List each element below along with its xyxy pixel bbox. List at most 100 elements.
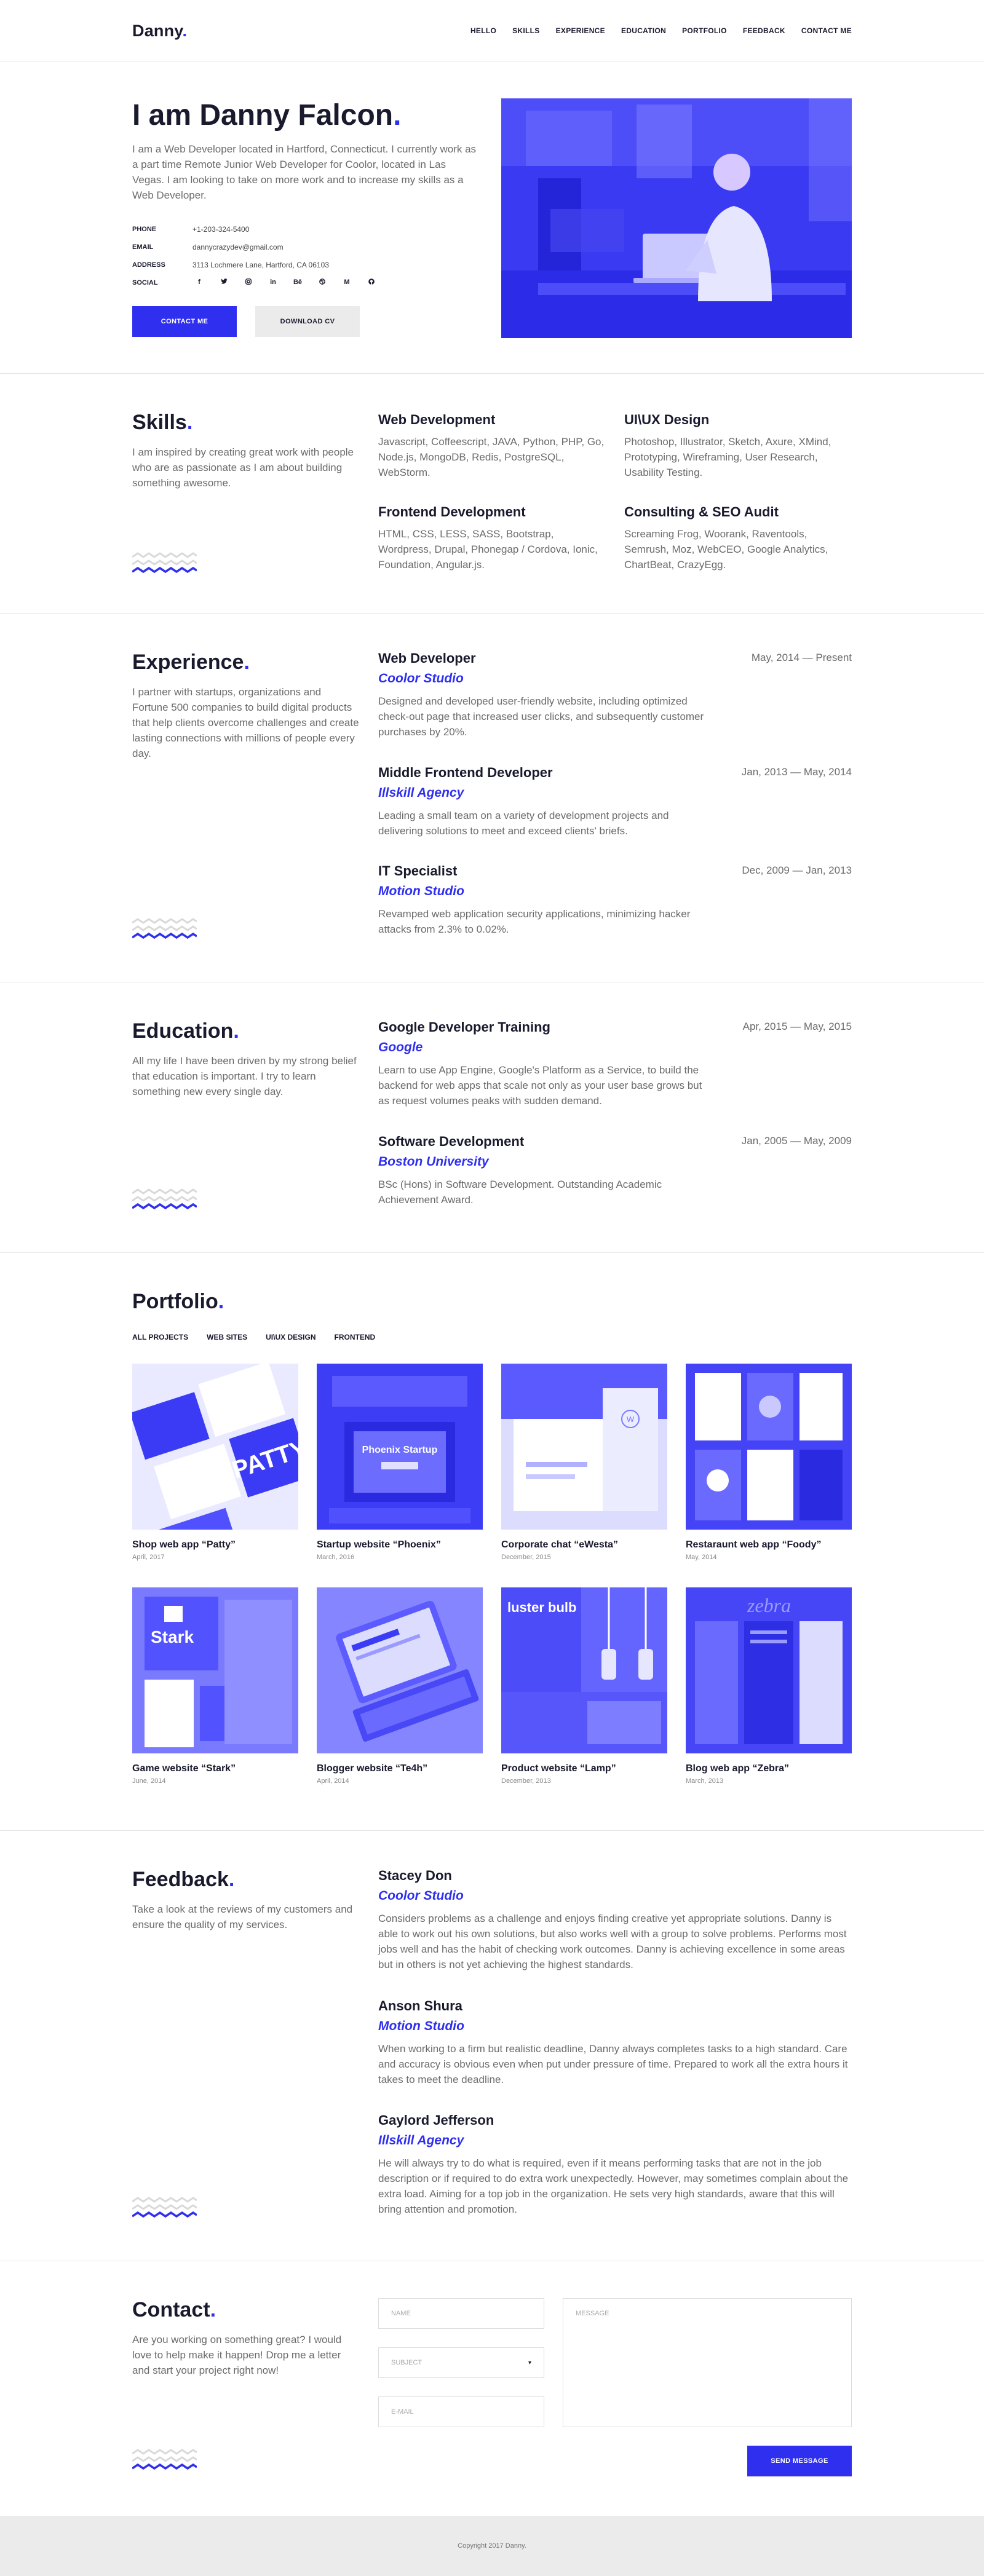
facebook-icon[interactable]: f: [192, 279, 206, 286]
email-input[interactable]: E-MAIL: [378, 2396, 544, 2427]
skill-text: Photoshop, Illustrator, Sketch, Axure, X…: [624, 436, 831, 478]
chevron-down-icon: ▾: [528, 2359, 531, 2366]
nav-feedback[interactable]: FEEDBACK: [743, 26, 785, 35]
medium-icon[interactable]: M: [340, 279, 354, 286]
title-dot: .: [218, 1290, 224, 1313]
info-social-row: SOCIAL f in Bē M: [132, 274, 378, 291]
nav-skills[interactable]: SKILLS: [512, 26, 539, 35]
skill-card: Web Development Javascript, Coffeescript…: [378, 412, 606, 480]
portfolio-card[interactable]: Stark Game website “Stark” June, 2014: [132, 1587, 298, 1785]
behance-icon[interactable]: Bē: [291, 279, 304, 286]
portfolio-card[interactable]: W Corporate chat “eWesta” December, 2015: [501, 1364, 667, 1561]
nav-portfolio[interactable]: PORTFOLIO: [682, 26, 727, 35]
filter-all-projects[interactable]: ALL PROJECTS: [132, 1333, 188, 1341]
course-school: Google: [378, 1040, 423, 1054]
portfolio-card[interactable]: Phoenix Startup Startup website “Phoenix…: [317, 1364, 483, 1561]
job-company: Illskill Agency: [378, 786, 464, 800]
skills-title-text: Skills: [132, 411, 187, 434]
education-item: Software Development Boston University B…: [378, 1134, 852, 1207]
project-title[interactable]: Game website “Stark”: [132, 1763, 298, 1774]
project-date: April, 2014: [317, 1777, 349, 1785]
linkedin-icon[interactable]: in: [266, 279, 280, 286]
twitter-icon[interactable]: [217, 279, 231, 286]
nav-hello[interactable]: HELLO: [470, 26, 496, 35]
skill-text: Screaming Frog, Woorank, Raventools, Sem…: [624, 528, 828, 571]
dribbble-icon[interactable]: [315, 279, 329, 286]
subject-select[interactable]: SUBJECT ▾: [378, 2347, 544, 2378]
project-title[interactable]: Blogger website “Te4h”: [317, 1763, 483, 1774]
title-dot: .: [233, 1019, 239, 1043]
contact-intro: Contact. Are you working on something gr…: [132, 2298, 366, 2378]
filter-frontend[interactable]: FRONTEND: [335, 1333, 376, 1341]
contact-me-button[interactable]: CONTACT ME: [132, 306, 237, 337]
project-thumbnail[interactable]: PATTY: [132, 1364, 298, 1530]
project-thumbnail[interactable]: [686, 1364, 852, 1530]
social-links: f in Bē M: [192, 279, 378, 286]
review-text: He will always try to do what is require…: [378, 2157, 849, 2215]
project-thumbnail[interactable]: Stark: [132, 1587, 298, 1753]
project-thumbnail[interactable]: W: [501, 1364, 667, 1530]
project-thumbnail[interactable]: [317, 1587, 483, 1753]
filter-uiux-design[interactable]: UI\UX DESIGN: [266, 1333, 315, 1341]
download-cv-button[interactable]: DOWNLOAD CV: [255, 306, 360, 337]
project-title[interactable]: Blog web app “Zebra”: [686, 1763, 852, 1774]
nav-experience[interactable]: EXPERIENCE: [556, 26, 605, 35]
skill-text: HTML, CSS, LESS, SASS, Bootstrap, Wordpr…: [378, 528, 598, 571]
contact-info: PHONE +1-203-324-5400 EMAIL dannycrazyde…: [132, 220, 378, 291]
logo-text: Danny: [132, 21, 183, 40]
project-title[interactable]: Restaraunt web app “Foody”: [686, 1539, 852, 1551]
project-thumbnail[interactable]: luster bulb: [501, 1587, 667, 1753]
project-date: May, 2014: [686, 1554, 717, 1561]
copyright-text: Copyright 2017 Danny.: [458, 2542, 526, 2550]
education-desc: All my life I have been driven by my str…: [132, 1055, 357, 1097]
review-item: Stacey Don Coolor Studio Considers probl…: [378, 1868, 852, 1972]
project-title[interactable]: Corporate chat “eWesta”: [501, 1539, 667, 1551]
portfolio-card[interactable]: Restaraunt web app “Foody” May, 2014: [686, 1364, 852, 1561]
portfolio-card[interactable]: zebra Blog web app “Zebra” March, 2013: [686, 1587, 852, 1785]
contact-title: Contact.: [132, 2298, 366, 2322]
zigzag-decoration: [132, 2449, 197, 2470]
filter-web-sites[interactable]: WEB SITES: [207, 1333, 247, 1341]
address-label: ADDRESS: [132, 261, 165, 269]
portfolio-card[interactable]: luster bulb Product website “Lamp” Decem…: [501, 1587, 667, 1785]
portfolio-card[interactable]: PATTY Shop web app “Patty” April, 2017: [132, 1364, 298, 1561]
job-company: Motion Studio: [378, 884, 464, 898]
send-message-button[interactable]: SEND MESSAGE: [747, 2446, 852, 2476]
education-title-text: Education: [132, 1019, 234, 1043]
instagram-icon[interactable]: [242, 279, 255, 286]
feedback-section: Feedback. Take a look at the reviews of …: [0, 1831, 984, 2261]
subject-placeholder: SUBJECT: [391, 2359, 423, 2366]
hero-section: I am Danny Falcon. I am a Web Developer …: [0, 61, 984, 374]
project-title[interactable]: Product website “Lamp”: [501, 1763, 667, 1774]
experience-item: Web Developer Coolor Studio Designed and…: [378, 650, 852, 740]
review-item: Anson Shura Motion Studio When working t…: [378, 1998, 852, 2087]
email-link[interactable]: dannycrazydev@gmail.com: [192, 243, 284, 251]
github-icon[interactable]: [365, 279, 378, 286]
portfolio-card[interactable]: Blogger website “Te4h” April, 2014: [317, 1587, 483, 1785]
project-title[interactable]: Shop web app “Patty”: [132, 1539, 298, 1551]
course-description: BSc (Hons) in Software Development. Outs…: [378, 1179, 662, 1206]
education-section: Education. All my life I have been drive…: [0, 982, 984, 1253]
logo-dot: .: [182, 21, 188, 40]
project-date: March, 2013: [686, 1777, 724, 1785]
project-date: December, 2013: [501, 1777, 551, 1785]
contact-section: Contact. Are you working on something gr…: [0, 2261, 984, 2513]
project-thumbnail[interactable]: Phoenix Startup: [317, 1364, 483, 1530]
hero-photo: [501, 98, 852, 338]
phone-label: PHONE: [132, 225, 157, 233]
review-text: Considers problems as a challenge and en…: [378, 1913, 847, 1970]
message-textarea[interactable]: MESSAGE: [563, 2298, 852, 2427]
project-thumbnail[interactable]: zebra: [686, 1587, 852, 1753]
nav-contact-me[interactable]: CONTACT ME: [801, 26, 852, 35]
skill-card: Frontend Development HTML, CSS, LESS, SA…: [378, 504, 606, 572]
skills-intro: Skills. I am inspired by creating great …: [132, 411, 366, 491]
portfolio-filters: ALL PROJECTS WEB SITES UI\UX DESIGN FRON…: [132, 1333, 375, 1341]
zigzag-decoration: [132, 1188, 197, 1210]
reviewer-company: Illskill Agency: [378, 2133, 464, 2147]
project-title[interactable]: Startup website “Phoenix”: [317, 1539, 483, 1551]
logo[interactable]: Danny.: [132, 22, 187, 41]
top-header: Danny. HELLO SKILLS EXPERIENCE EDUCATION…: [0, 0, 984, 61]
name-input[interactable]: NAME: [378, 2298, 544, 2329]
nav-education[interactable]: EDUCATION: [621, 26, 666, 35]
course-school: Boston University: [378, 1155, 489, 1169]
